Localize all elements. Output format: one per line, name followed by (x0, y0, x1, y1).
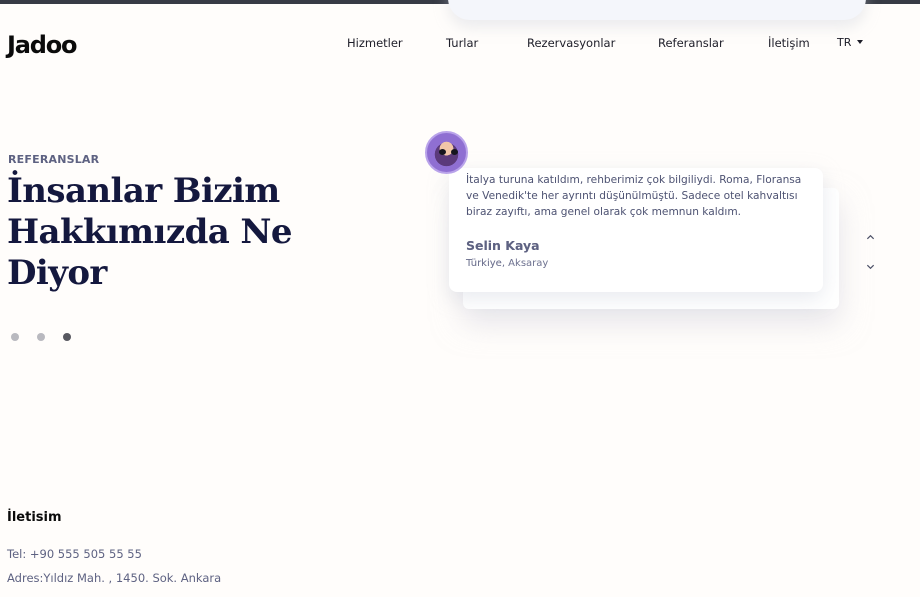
avatar-glasses (439, 149, 458, 155)
language-value: TR (837, 36, 852, 49)
contact-title: İletisim (7, 510, 62, 525)
nav-item-iletisim[interactable]: İletişim (768, 36, 810, 50)
testimonial-text-current: İtalya turuna katıldım, rehberimiz çok b… (466, 174, 802, 218)
contact-address: Adres:Yıldız Mah. , 1450. Sok. Ankara (7, 571, 222, 585)
testimonial-card: İtalya turuna katıldım, rehberimiz çok b… (449, 168, 823, 292)
language-select[interactable]: TR (837, 36, 864, 49)
nav-item-hizmetler[interactable]: Hizmetler (347, 36, 403, 50)
nav-item-rezervasyonlar[interactable]: Rezervasyonlar (527, 36, 615, 50)
carousel-dot-3[interactable] (63, 333, 71, 341)
carousel-dot-1[interactable] (11, 333, 19, 341)
carousel-dots (11, 333, 71, 341)
section-heading: İnsanlar Bizim Hakkımızda Ne Diyor (7, 171, 293, 293)
contact-phone[interactable]: Tel: +90 555 505 55 55 (7, 547, 142, 561)
testimonial-author-current: Selin Kaya (466, 238, 540, 253)
background-card (448, 0, 866, 20)
avatar (425, 131, 468, 174)
carousel-dot-2[interactable] (37, 333, 45, 341)
section-label: REFERANSLAR (8, 153, 100, 166)
testimonial-location: Türkiye Türkiye, Aksaray (466, 258, 807, 272)
nav-item-referanslar[interactable]: Referanslar (658, 36, 724, 50)
chevron-down-arrow-icon[interactable] (864, 260, 876, 272)
testimonial-text: İtalya turuna katıldım, rehberimiz çok b… (466, 172, 807, 220)
chevron-up-icon[interactable] (864, 231, 876, 243)
nav-item-turlar[interactable]: Turlar (446, 36, 478, 50)
testimonial-location-current: Türkiye, Aksaray (466, 258, 549, 269)
testimonial-author: Selin Kaya Selin Kaya (466, 238, 807, 256)
chevron-down-icon (857, 39, 864, 44)
logo[interactable]: Jadoo (7, 31, 78, 59)
